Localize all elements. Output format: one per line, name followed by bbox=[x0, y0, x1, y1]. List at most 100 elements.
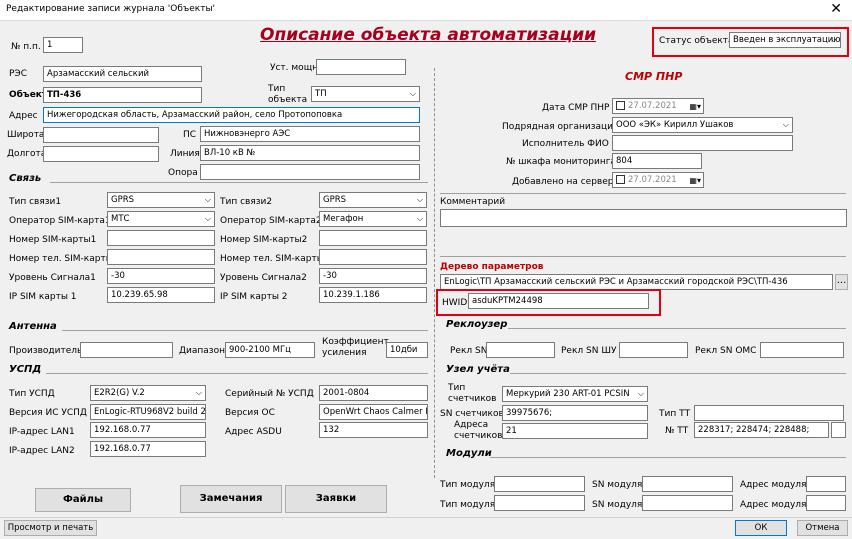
uspd-ver-label: Версия ИС УСПД bbox=[9, 408, 87, 418]
recl-snshu-label: Рекл SN ШУ bbox=[561, 346, 617, 356]
contractor-value: ООО «ЭК» Кирилл Ушаков bbox=[616, 120, 734, 130]
num-label: № п.п. bbox=[11, 42, 41, 52]
addr-field[interactable]: Нижегородская область, Арзамасский район… bbox=[43, 107, 420, 123]
requests-button[interactable]: Заявки bbox=[285, 485, 387, 513]
uzel-divider bbox=[510, 373, 846, 374]
type1-select[interactable]: GPRS ⌵ bbox=[107, 192, 215, 208]
cabinet-field[interactable]: 804 bbox=[612, 153, 702, 169]
ip1-field[interactable]: 10.239.65.98 bbox=[107, 287, 215, 303]
ip2-field[interactable]: 10.239.1.186 bbox=[319, 287, 427, 303]
print-preview-button[interactable]: Просмотр и печать bbox=[4, 520, 97, 536]
mod-addr2-field[interactable] bbox=[806, 495, 846, 511]
smr-title: СМР ПНР bbox=[625, 70, 683, 83]
hwid-field[interactable]: asduKPTM24498 bbox=[468, 293, 649, 309]
ust-field[interactable] bbox=[316, 59, 406, 75]
tel2-label: Номер тел. SIM-карты2 bbox=[220, 254, 330, 264]
antenna-title: Антенна bbox=[9, 321, 57, 332]
num1-field[interactable] bbox=[107, 230, 215, 246]
op2-select[interactable]: Мегафон ⌵ bbox=[319, 211, 427, 227]
tel2-field[interactable] bbox=[319, 249, 427, 265]
contractor-select[interactable]: ООО «ЭК» Кирилл Ушаков ⌵ bbox=[612, 117, 793, 133]
modules-title: Модули bbox=[446, 448, 492, 459]
status-select[interactable]: Введен в эксплуатацию ⌵ bbox=[729, 32, 841, 48]
gain-field[interactable]: 10дби bbox=[386, 342, 428, 358]
type2-label: Тип связи2 bbox=[220, 197, 273, 207]
obj-field[interactable]: ТП-436 bbox=[43, 87, 202, 103]
object-type-select[interactable]: ТП ⌵ bbox=[311, 86, 420, 102]
line-field[interactable]: ВЛ-10 кВ № bbox=[200, 145, 420, 161]
modules-divider bbox=[490, 457, 846, 458]
tree-path-field[interactable]: EnLogic\ТП Арзамасский сельский РЭС и Ар… bbox=[440, 274, 833, 290]
lan2-label: IP-адрес LAN2 bbox=[9, 446, 75, 456]
type1-label: Тип связи1 bbox=[9, 197, 62, 207]
meter-type-value: Меркурий 230 ART-01 PCSIN bbox=[506, 389, 630, 399]
uspd-type-select[interactable]: E2R2(G) V.2 ⌵ bbox=[90, 385, 206, 401]
chevron-down-icon: ⌵ bbox=[637, 389, 644, 398]
lon-field[interactable] bbox=[43, 146, 159, 162]
uzel-title: Узел учёта bbox=[446, 364, 510, 375]
range-field[interactable]: 900-2100 МГц bbox=[225, 342, 315, 358]
page-title: Описание объекта автоматизации bbox=[260, 25, 597, 45]
files-button[interactable]: Файлы bbox=[35, 488, 131, 512]
tt-num-field[interactable]: 228317; 228474; 228488; bbox=[694, 422, 829, 438]
opora-field[interactable] bbox=[200, 164, 420, 180]
recloser-divider bbox=[508, 328, 846, 329]
chevron-down-icon: ⌵ bbox=[195, 388, 202, 397]
type-label-1: Тип bbox=[268, 84, 286, 94]
asdu-field[interactable]: 132 bbox=[319, 422, 428, 438]
tt-type-field[interactable] bbox=[694, 405, 844, 421]
recl-snshu-field[interactable] bbox=[619, 342, 688, 358]
meter-type-select[interactable]: Меркурий 230 ART-01 PCSIN ⌵ bbox=[502, 386, 648, 402]
num-field[interactable]: 1 bbox=[43, 37, 83, 53]
recl-sn-field[interactable] bbox=[486, 342, 555, 358]
tt-num-extra-field[interactable] bbox=[831, 422, 846, 438]
lat-label: Широта bbox=[7, 130, 45, 140]
column-divider bbox=[434, 68, 435, 478]
recl-snomc-field[interactable] bbox=[760, 342, 844, 358]
uspd-serial-field[interactable]: 2001-0804 bbox=[319, 385, 428, 401]
lvl1-field[interactable]: -30 bbox=[107, 268, 215, 284]
fio-field[interactable] bbox=[612, 135, 793, 151]
comment-field[interactable] bbox=[440, 209, 847, 227]
mod-sn1-field[interactable] bbox=[642, 476, 733, 492]
smr-date-value: 27.07.2021 bbox=[628, 101, 677, 111]
recl-sn-label: Рекл SN bbox=[450, 346, 488, 356]
remarks-button[interactable]: Замечания bbox=[180, 485, 282, 513]
meter-sn-field[interactable]: 39975676; bbox=[502, 405, 648, 421]
calendar-dropdown-icon[interactable]: ▦▾ bbox=[689, 174, 701, 187]
mod-type2-field[interactable] bbox=[494, 495, 585, 511]
recl-snomc-label: Рекл SN OMC bbox=[695, 346, 757, 356]
maker-field[interactable] bbox=[80, 342, 173, 358]
added-date-picker[interactable]: 27.07.2021 ▦▾ bbox=[612, 172, 704, 188]
op1-select[interactable]: МТС ⌵ bbox=[107, 211, 215, 227]
added-date-checkbox[interactable] bbox=[616, 175, 625, 184]
cancel-button[interactable]: Отмена bbox=[797, 520, 848, 536]
smr-divider bbox=[440, 193, 846, 194]
mod-sn2-field[interactable] bbox=[642, 495, 733, 511]
mod-type1-field[interactable] bbox=[494, 476, 585, 492]
range-label: Диапазон bbox=[179, 346, 225, 356]
close-icon[interactable]: ✕ bbox=[830, 1, 842, 17]
cabinet-label: № шкафа мониторинга bbox=[506, 157, 616, 167]
ok-button[interactable]: ОК bbox=[735, 520, 787, 536]
lan2-field[interactable]: 192.168.0.77 bbox=[90, 441, 206, 457]
type2-select[interactable]: GPRS ⌵ bbox=[319, 192, 427, 208]
tree-browse-button[interactable]: ... bbox=[835, 274, 848, 290]
uspd-ver-field[interactable]: EnLogic-RTU968V2 build 21.11 bbox=[90, 404, 206, 420]
tree-title: Дерево параметров bbox=[440, 262, 544, 272]
lvl2-field[interactable]: -30 bbox=[319, 268, 427, 284]
res-field[interactable]: Арзамасский сельский bbox=[43, 66, 202, 82]
added-date-value: 27.07.2021 bbox=[628, 175, 677, 185]
uspd-os-field[interactable]: OpenWrt Chaos Calmer Build bbox=[319, 404, 428, 420]
lan1-field[interactable]: 192.168.0.77 bbox=[90, 422, 206, 438]
meter-addr-field[interactable]: 21 bbox=[502, 423, 648, 439]
calendar-dropdown-icon[interactable]: ▦▾ bbox=[689, 100, 701, 113]
tel1-field[interactable] bbox=[107, 249, 215, 265]
lat-field[interactable] bbox=[43, 127, 159, 143]
smr-date-checkbox[interactable] bbox=[616, 101, 625, 110]
num2-field[interactable] bbox=[319, 230, 427, 246]
ps-field[interactable]: Нижновэнерго АЭС bbox=[200, 126, 420, 142]
mod-addr1-field[interactable] bbox=[806, 476, 846, 492]
ust-label: Уст. мощн. bbox=[270, 63, 321, 73]
smr-date-picker[interactable]: 27.07.2021 ▦▾ bbox=[612, 98, 704, 114]
